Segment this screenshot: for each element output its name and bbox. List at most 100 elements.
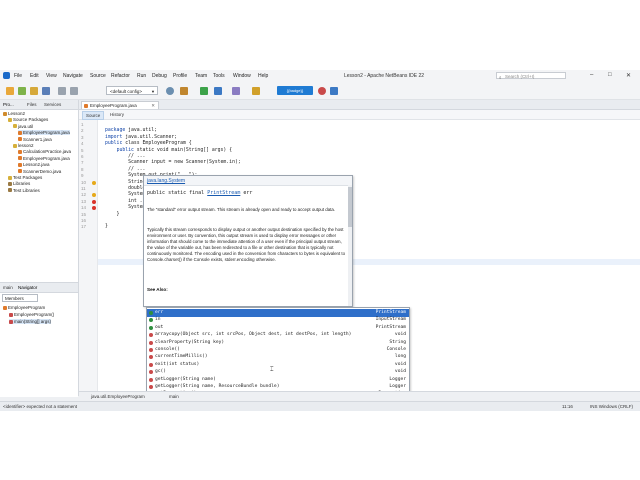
- configuration-select[interactable]: <default config> ▼: [106, 86, 158, 95]
- project-tabs: Pro... Files Services: [0, 100, 78, 110]
- tree-item[interactable]: ScannerDemo.java: [18, 169, 61, 174]
- search-icon: ⌕: [499, 75, 502, 80]
- menu-edit[interactable]: Edit: [30, 73, 39, 79]
- tab-projects[interactable]: Pro...: [3, 102, 14, 107]
- code-line[interactable]: // ...: [105, 154, 145, 159]
- navigator-item[interactable]: EmployeeProgram(): [9, 312, 54, 317]
- tree-node-icon: [13, 124, 17, 129]
- signature-type-link[interactable]: PrintStream: [207, 190, 240, 196]
- navigator-filter-select[interactable]: Members: [2, 294, 38, 302]
- menu-tools[interactable]: Tools: [213, 73, 225, 79]
- tree-item[interactable]: EmployeeProgram.java: [18, 156, 70, 161]
- new-project-icon[interactable]: [6, 87, 14, 95]
- build-icon[interactable]: [166, 87, 174, 95]
- tree-item-label: CalculationPractice.java: [23, 149, 72, 155]
- menu-profile[interactable]: Profile: [173, 73, 187, 79]
- tab-navigator[interactable]: Navigator: [18, 285, 37, 290]
- tree-item[interactable]: EmployeeProgram.java: [18, 130, 70, 136]
- close-tab-icon[interactable]: ✕: [151, 102, 155, 110]
- javadoc-scrollbar-thumb[interactable]: [348, 187, 352, 227]
- code-line[interactable]: import java.util.Scanner;: [105, 135, 177, 140]
- tree-item[interactable]: Lesson2: [3, 111, 25, 116]
- save-all-icon[interactable]: [42, 87, 50, 95]
- minimize-button[interactable]: –: [590, 72, 593, 78]
- close-window-button[interactable]: ✕: [626, 72, 631, 79]
- code-line[interactable]: System.: [105, 205, 148, 210]
- run-icon[interactable]: [200, 87, 208, 95]
- search-in-projects-icon[interactable]: [330, 87, 338, 95]
- tree-item-label: Source Packages: [13, 117, 49, 123]
- tree-node-icon: [18, 130, 22, 135]
- menu-run[interactable]: Run: [137, 73, 146, 79]
- breadcrumb-method[interactable]: main: [169, 394, 179, 399]
- tree-item-label: Test Libraries: [13, 187, 40, 193]
- code-line[interactable]: Scanner input = new Scanner(System.in);: [105, 160, 241, 165]
- clean-build-icon[interactable]: [180, 87, 188, 95]
- tab-files[interactable]: Files: [27, 102, 37, 107]
- tab-services[interactable]: Services: [44, 102, 61, 107]
- menu-view[interactable]: View: [46, 73, 57, 79]
- tree-item[interactable]: java.util: [13, 124, 33, 129]
- warning-icon[interactable]: [92, 180, 96, 185]
- tab-history[interactable]: History: [107, 111, 127, 118]
- javadoc-class-link[interactable]: java.lang.System: [147, 178, 185, 184]
- tree-item[interactable]: Test Packages: [8, 175, 42, 180]
- line-number: 17: [81, 224, 87, 230]
- code-text: }: [105, 211, 120, 217]
- code-line[interactable]: package java.util;: [105, 128, 157, 133]
- method-icon: [149, 370, 153, 375]
- line-number: 2: [81, 128, 84, 134]
- menu-refactor[interactable]: Refactor: [111, 73, 130, 79]
- code-text: // ...: [105, 166, 146, 172]
- tree-item[interactable]: Libraries: [8, 181, 30, 186]
- tab-employee-program[interactable]: EmployeeProgram.java ✕: [81, 101, 159, 109]
- code-line[interactable]: public static void main(String[] args) {: [105, 148, 233, 153]
- profile-icon[interactable]: [232, 87, 240, 95]
- javadoc-scrollbar[interactable]: [348, 185, 352, 306]
- menu-source[interactable]: Source: [90, 73, 106, 79]
- undo-icon[interactable]: [58, 87, 66, 95]
- tree-item-label: Test Packages: [13, 175, 43, 180]
- menu-team[interactable]: Team: [195, 73, 207, 79]
- tree-item[interactable]: lesson2: [13, 143, 34, 148]
- menu-file[interactable]: File: [14, 73, 22, 79]
- line-number: 5: [81, 147, 84, 153]
- open-project-icon[interactable]: [30, 87, 38, 95]
- tree-item[interactable]: Source Packages: [8, 117, 48, 122]
- tree-node-icon: [8, 181, 12, 186]
- code-line[interactable]: }: [105, 224, 108, 229]
- method-icon: [149, 333, 153, 338]
- line-number: 8: [81, 166, 84, 172]
- menu-window[interactable]: Window: [233, 73, 251, 79]
- tree-item[interactable]: Scanner1.java: [18, 137, 52, 142]
- maximize-button[interactable]: □: [608, 72, 612, 78]
- code-line[interactable]: }: [105, 211, 120, 217]
- navigator-item[interactable]: EmployeeProgram: [3, 305, 45, 310]
- tree-item[interactable]: Test Libraries: [8, 188, 40, 193]
- stop-icon[interactable]: [318, 87, 326, 95]
- new-file-icon[interactable]: [18, 87, 26, 95]
- tree-item[interactable]: CalculationPractice.java: [18, 149, 71, 154]
- navigator-item-label: main(String[] args): [14, 319, 52, 324]
- navigator-item[interactable]: main(String[] args): [9, 319, 52, 324]
- search-input[interactable]: ⌕ Search (Ctrl+I): [496, 72, 566, 80]
- code-line[interactable]: // ...: [105, 167, 145, 172]
- menu-debug[interactable]: Debug: [152, 73, 167, 79]
- menu-help[interactable]: Help: [258, 73, 268, 79]
- code-line[interactable]: public class EmployeeProgram {: [105, 141, 192, 146]
- code-line[interactable]: int ...: [105, 199, 148, 204]
- window-title: Lesson2 - Apache NetBeans IDE 22: [344, 73, 425, 79]
- tree-node-icon: [18, 137, 22, 142]
- tab-main[interactable]: main: [3, 285, 13, 290]
- debug-icon[interactable]: [214, 87, 222, 95]
- memory-icon[interactable]: [252, 87, 260, 95]
- menu-navigate[interactable]: Navigate: [63, 73, 83, 79]
- tree-item[interactable]: Lesson2.java: [18, 162, 50, 167]
- error-icon[interactable]: [92, 199, 96, 204]
- toolbar-badge[interactable]: {{badge}}: [277, 86, 313, 95]
- breadcrumb-class[interactable]: java.util.EmployeeProgram: [91, 394, 145, 399]
- tab-source[interactable]: Source: [82, 111, 105, 120]
- redo-icon[interactable]: [70, 87, 78, 95]
- tree-item-label: EmployeeProgram.java: [23, 155, 70, 161]
